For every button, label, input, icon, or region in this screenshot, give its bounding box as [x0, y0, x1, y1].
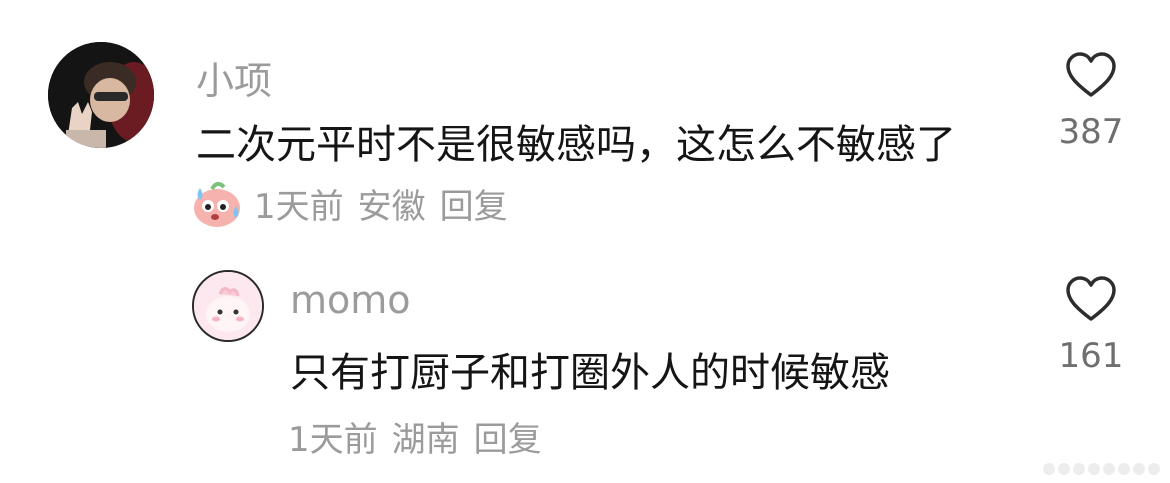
- heart-outline-icon: [1066, 276, 1116, 321]
- watermark-dots: [1043, 463, 1160, 475]
- avatar-photo: [194, 272, 262, 340]
- reply-username[interactable]: momo: [290, 278, 411, 322]
- like-count: 387: [1058, 112, 1124, 152]
- comment-location: 安徽: [357, 186, 426, 227]
- avatar[interactable]: [48, 42, 154, 148]
- reply-button[interactable]: 回复: [474, 412, 542, 461]
- sweating-face-sticker: [194, 182, 240, 227]
- reply-meta: 1天前 湖南 回复: [288, 412, 556, 461]
- comment-time: 1天前: [254, 186, 344, 227]
- reply-text: 只有打厨子和打圈外人的时候敏感: [290, 350, 890, 396]
- comment-text: 二次元平时不是很敏感吗，这怎么不敏感了: [196, 122, 956, 168]
- reply-item: momo 只有打厨子和打圈外人的时候敏感 1天前 湖南 回复 161: [0, 240, 1170, 483]
- like-button[interactable]: 161: [1046, 276, 1136, 376]
- reply-time: 1天前: [288, 420, 378, 460]
- avatar-photo: [48, 42, 154, 148]
- comment-item: 小项 二次元平时不是很敏感吗，这怎么不敏感了 1天前 安徽 回复 387: [0, 0, 1170, 240]
- comment-meta: 1天前 安徽 回复: [190, 176, 522, 230]
- heart-outline-icon: [1066, 52, 1116, 97]
- like-button[interactable]: 387: [1046, 52, 1136, 152]
- like-count: 161: [1058, 336, 1124, 376]
- reply-location: 湖南: [391, 420, 460, 460]
- comment-username[interactable]: 小项: [196, 50, 272, 105]
- avatar[interactable]: [192, 270, 264, 342]
- reply-button[interactable]: 回复: [440, 179, 508, 228]
